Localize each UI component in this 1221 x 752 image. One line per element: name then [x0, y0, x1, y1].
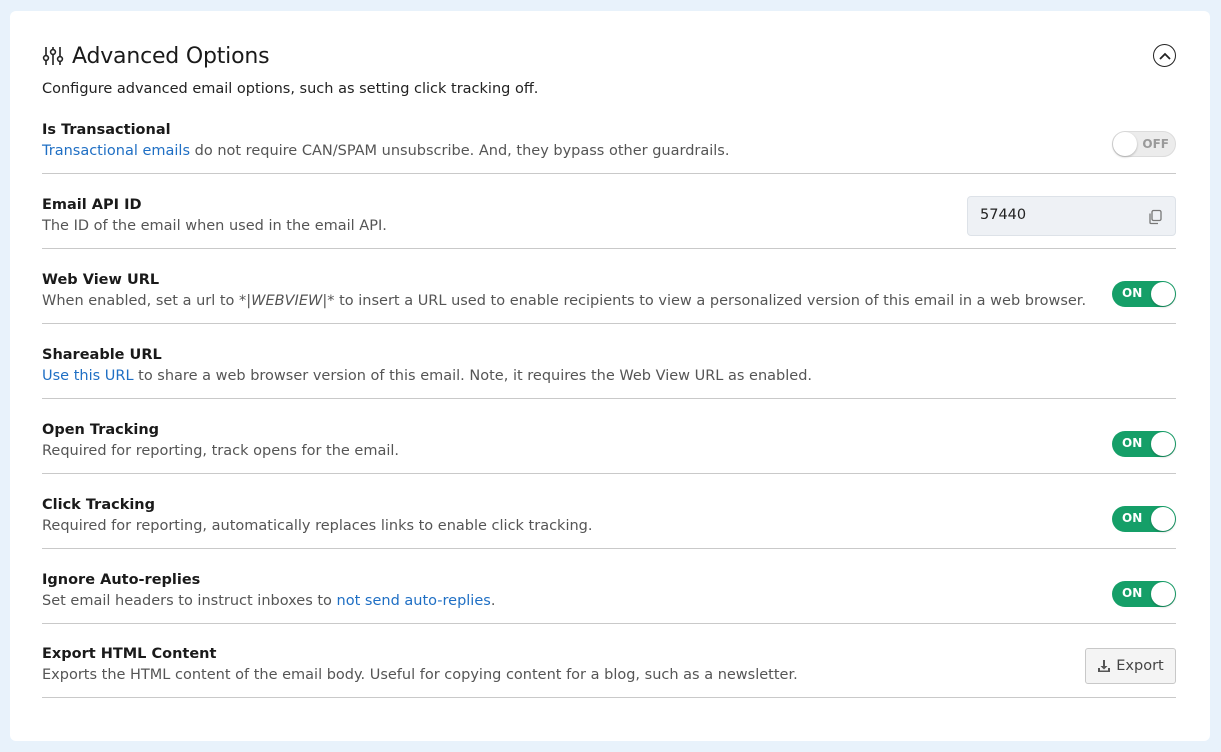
toggle-knob [1151, 507, 1175, 531]
export-button-label: Export [1116, 658, 1164, 674]
row-title: Open Tracking [42, 422, 160, 438]
row-description: When enabled, set a url to *|WEBVIEW|* t… [42, 293, 1087, 309]
row-title: Web View URL [42, 272, 160, 288]
email-api-id-value: 57440 [980, 207, 1027, 223]
row-open-tracking: Open Tracking Required for reporting, tr… [42, 421, 1176, 474]
toggle-label: ON [1122, 586, 1143, 600]
row-title: Shareable URL [42, 347, 162, 363]
row-title: Click Tracking [42, 497, 156, 513]
row-description: Use this URL to share a web browser vers… [42, 368, 813, 384]
row-description: Set email headers to instruct inboxes to… [42, 593, 496, 609]
email-api-id-field[interactable]: 57440 [967, 196, 1176, 236]
sliders-icon [42, 45, 64, 67]
export-button[interactable]: Export [1085, 648, 1176, 684]
toggle-label: ON [1122, 286, 1143, 300]
toggle-knob [1151, 282, 1175, 306]
transactional-toggle[interactable]: OFF [1112, 131, 1176, 157]
chevron-up-icon [1158, 52, 1171, 60]
row-ignore-auto-replies: Ignore Auto-replies Set email headers to… [42, 571, 1176, 624]
collapse-button[interactable] [1153, 44, 1176, 67]
open-tracking-toggle[interactable]: ON [1112, 431, 1176, 457]
use-this-url-link[interactable]: Use this URL [42, 368, 134, 384]
panel-header: Advanced Options [42, 41, 270, 71]
row-title: Email API ID [42, 197, 142, 213]
toggle-label: ON [1122, 436, 1143, 450]
row-title: Is Transactional [42, 122, 171, 138]
row-is-transactional: Is Transactional Transactional emails do… [42, 121, 1176, 174]
toggle-knob [1113, 132, 1137, 156]
row-description: Transactional emails do not require CAN/… [42, 143, 730, 159]
download-icon [1098, 660, 1111, 672]
row-export-html-content: Export HTML Content Exports the HTML con… [42, 645, 1176, 698]
toggle-knob [1151, 582, 1175, 606]
ignore-auto-replies-toggle[interactable]: ON [1112, 581, 1176, 607]
copy-icon[interactable] [1147, 209, 1163, 225]
row-click-tracking: Click Tracking Required for reporting, a… [42, 496, 1176, 549]
webview-merge-tag: *|WEBVIEW|* [239, 293, 335, 309]
row-email-api-id: Email API ID The ID of the email when us… [42, 196, 1176, 249]
toggle-knob [1151, 432, 1175, 456]
row-description: Required for reporting, track opens for … [42, 443, 400, 459]
row-description: Exports the HTML content of the email bo… [42, 667, 798, 683]
toggle-label: ON [1122, 511, 1143, 525]
click-tracking-toggle[interactable]: ON [1112, 506, 1176, 532]
row-title: Export HTML Content [42, 646, 217, 662]
row-title: Ignore Auto-replies [42, 572, 201, 588]
web-view-url-toggle[interactable]: ON [1112, 281, 1176, 307]
row-description: The ID of the email when used in the ema… [42, 218, 387, 234]
advanced-options-card: Advanced Options Configure advanced emai… [10, 11, 1210, 741]
row-shareable-url: Shareable URL Use this URL to share a we… [42, 346, 1176, 399]
panel-subtitle: Configure advanced email options, such a… [42, 81, 539, 97]
toggle-label: OFF [1142, 137, 1169, 151]
row-web-view-url: Web View URL When enabled, set a url to … [42, 271, 1176, 324]
transactional-emails-link[interactable]: Transactional emails [42, 143, 190, 159]
page-title: Advanced Options [72, 43, 270, 69]
row-description: Required for reporting, automatically re… [42, 518, 593, 534]
not-send-auto-replies-link[interactable]: not send auto-replies [337, 593, 491, 609]
